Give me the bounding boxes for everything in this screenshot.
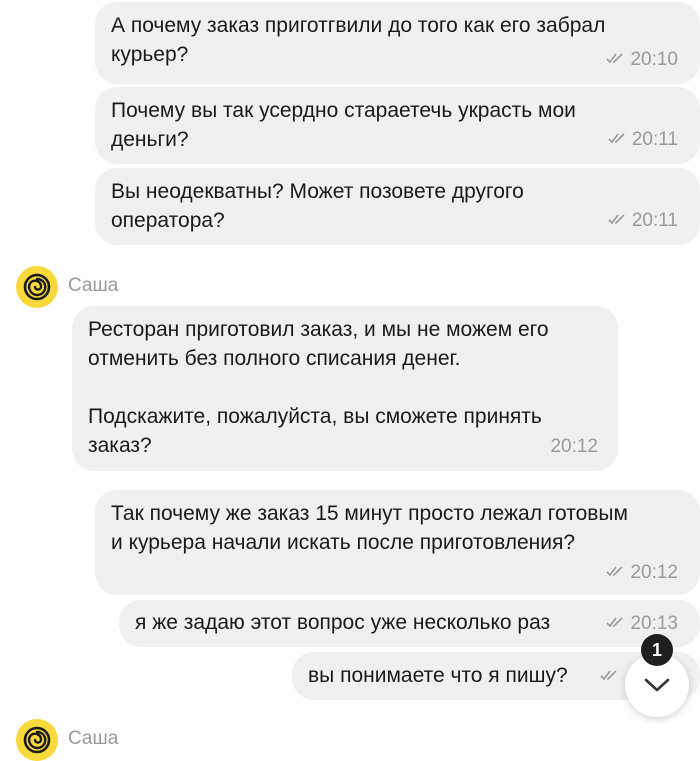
message-text: вы понимаете что я пишу? bbox=[308, 664, 568, 687]
sender-name: Саша bbox=[68, 275, 119, 296]
spiral-logo-icon bbox=[23, 726, 51, 754]
message-meta: 20:10 bbox=[606, 49, 678, 71]
message-text: А почему заказ приготгвили до того как е… bbox=[111, 14, 606, 66]
outgoing-message: Вы неодекватны? Может позовете другого о… bbox=[95, 168, 700, 245]
double-check-icon bbox=[606, 53, 624, 64]
outgoing-message: А почему заказ приготгвили до того как е… bbox=[95, 2, 700, 84]
message-meta: 20:12 bbox=[550, 436, 598, 458]
message-meta: 20:11 bbox=[608, 210, 678, 232]
operator-avatar[interactable] bbox=[16, 719, 58, 761]
message-text: Так почему же заказ 15 минут просто лежа… bbox=[111, 502, 628, 554]
message-time: 20:13 bbox=[630, 613, 678, 634]
spiral-logo-icon bbox=[23, 273, 51, 301]
message-time: 20:11 bbox=[631, 129, 678, 150]
outgoing-message: Почему вы так усердно стараетечь украсть… bbox=[95, 87, 700, 164]
message-time: 20:11 bbox=[631, 210, 678, 231]
message-meta: 20:13 bbox=[606, 613, 678, 635]
message-meta: 20:12 bbox=[606, 562, 678, 584]
double-check-icon bbox=[608, 214, 625, 225]
message-time: 20:10 bbox=[630, 49, 678, 70]
incoming-message: Ресторан приготовил заказ, и мы не можем… bbox=[72, 306, 618, 471]
message-text: Ресторан приготовил заказ, и мы не можем… bbox=[88, 318, 549, 457]
operator-avatar[interactable] bbox=[16, 266, 58, 308]
unread-count-badge: 1 bbox=[641, 634, 673, 666]
double-check-icon bbox=[606, 617, 624, 628]
message-text: Вы неодекватны? Может позовете другого о… bbox=[111, 180, 524, 232]
outgoing-message: Так почему же заказ 15 минут просто лежа… bbox=[95, 490, 700, 595]
double-check-icon bbox=[606, 566, 624, 577]
message-meta: 20:11 bbox=[608, 129, 678, 151]
message-text: Почему вы так усердно стараетечь украсть… bbox=[111, 99, 576, 151]
message-time: 20:12 bbox=[630, 562, 678, 583]
message-meta bbox=[600, 666, 624, 688]
chevron-down-icon bbox=[644, 678, 670, 692]
sender-name: Саша bbox=[68, 728, 119, 749]
message-text: я же задаю этот вопрос уже несколько раз bbox=[135, 611, 551, 634]
double-check-icon bbox=[600, 670, 617, 681]
message-time: 20:12 bbox=[550, 436, 598, 457]
double-check-icon bbox=[608, 133, 625, 144]
outgoing-message: я же задаю этот вопрос уже несколько раз… bbox=[119, 600, 700, 647]
